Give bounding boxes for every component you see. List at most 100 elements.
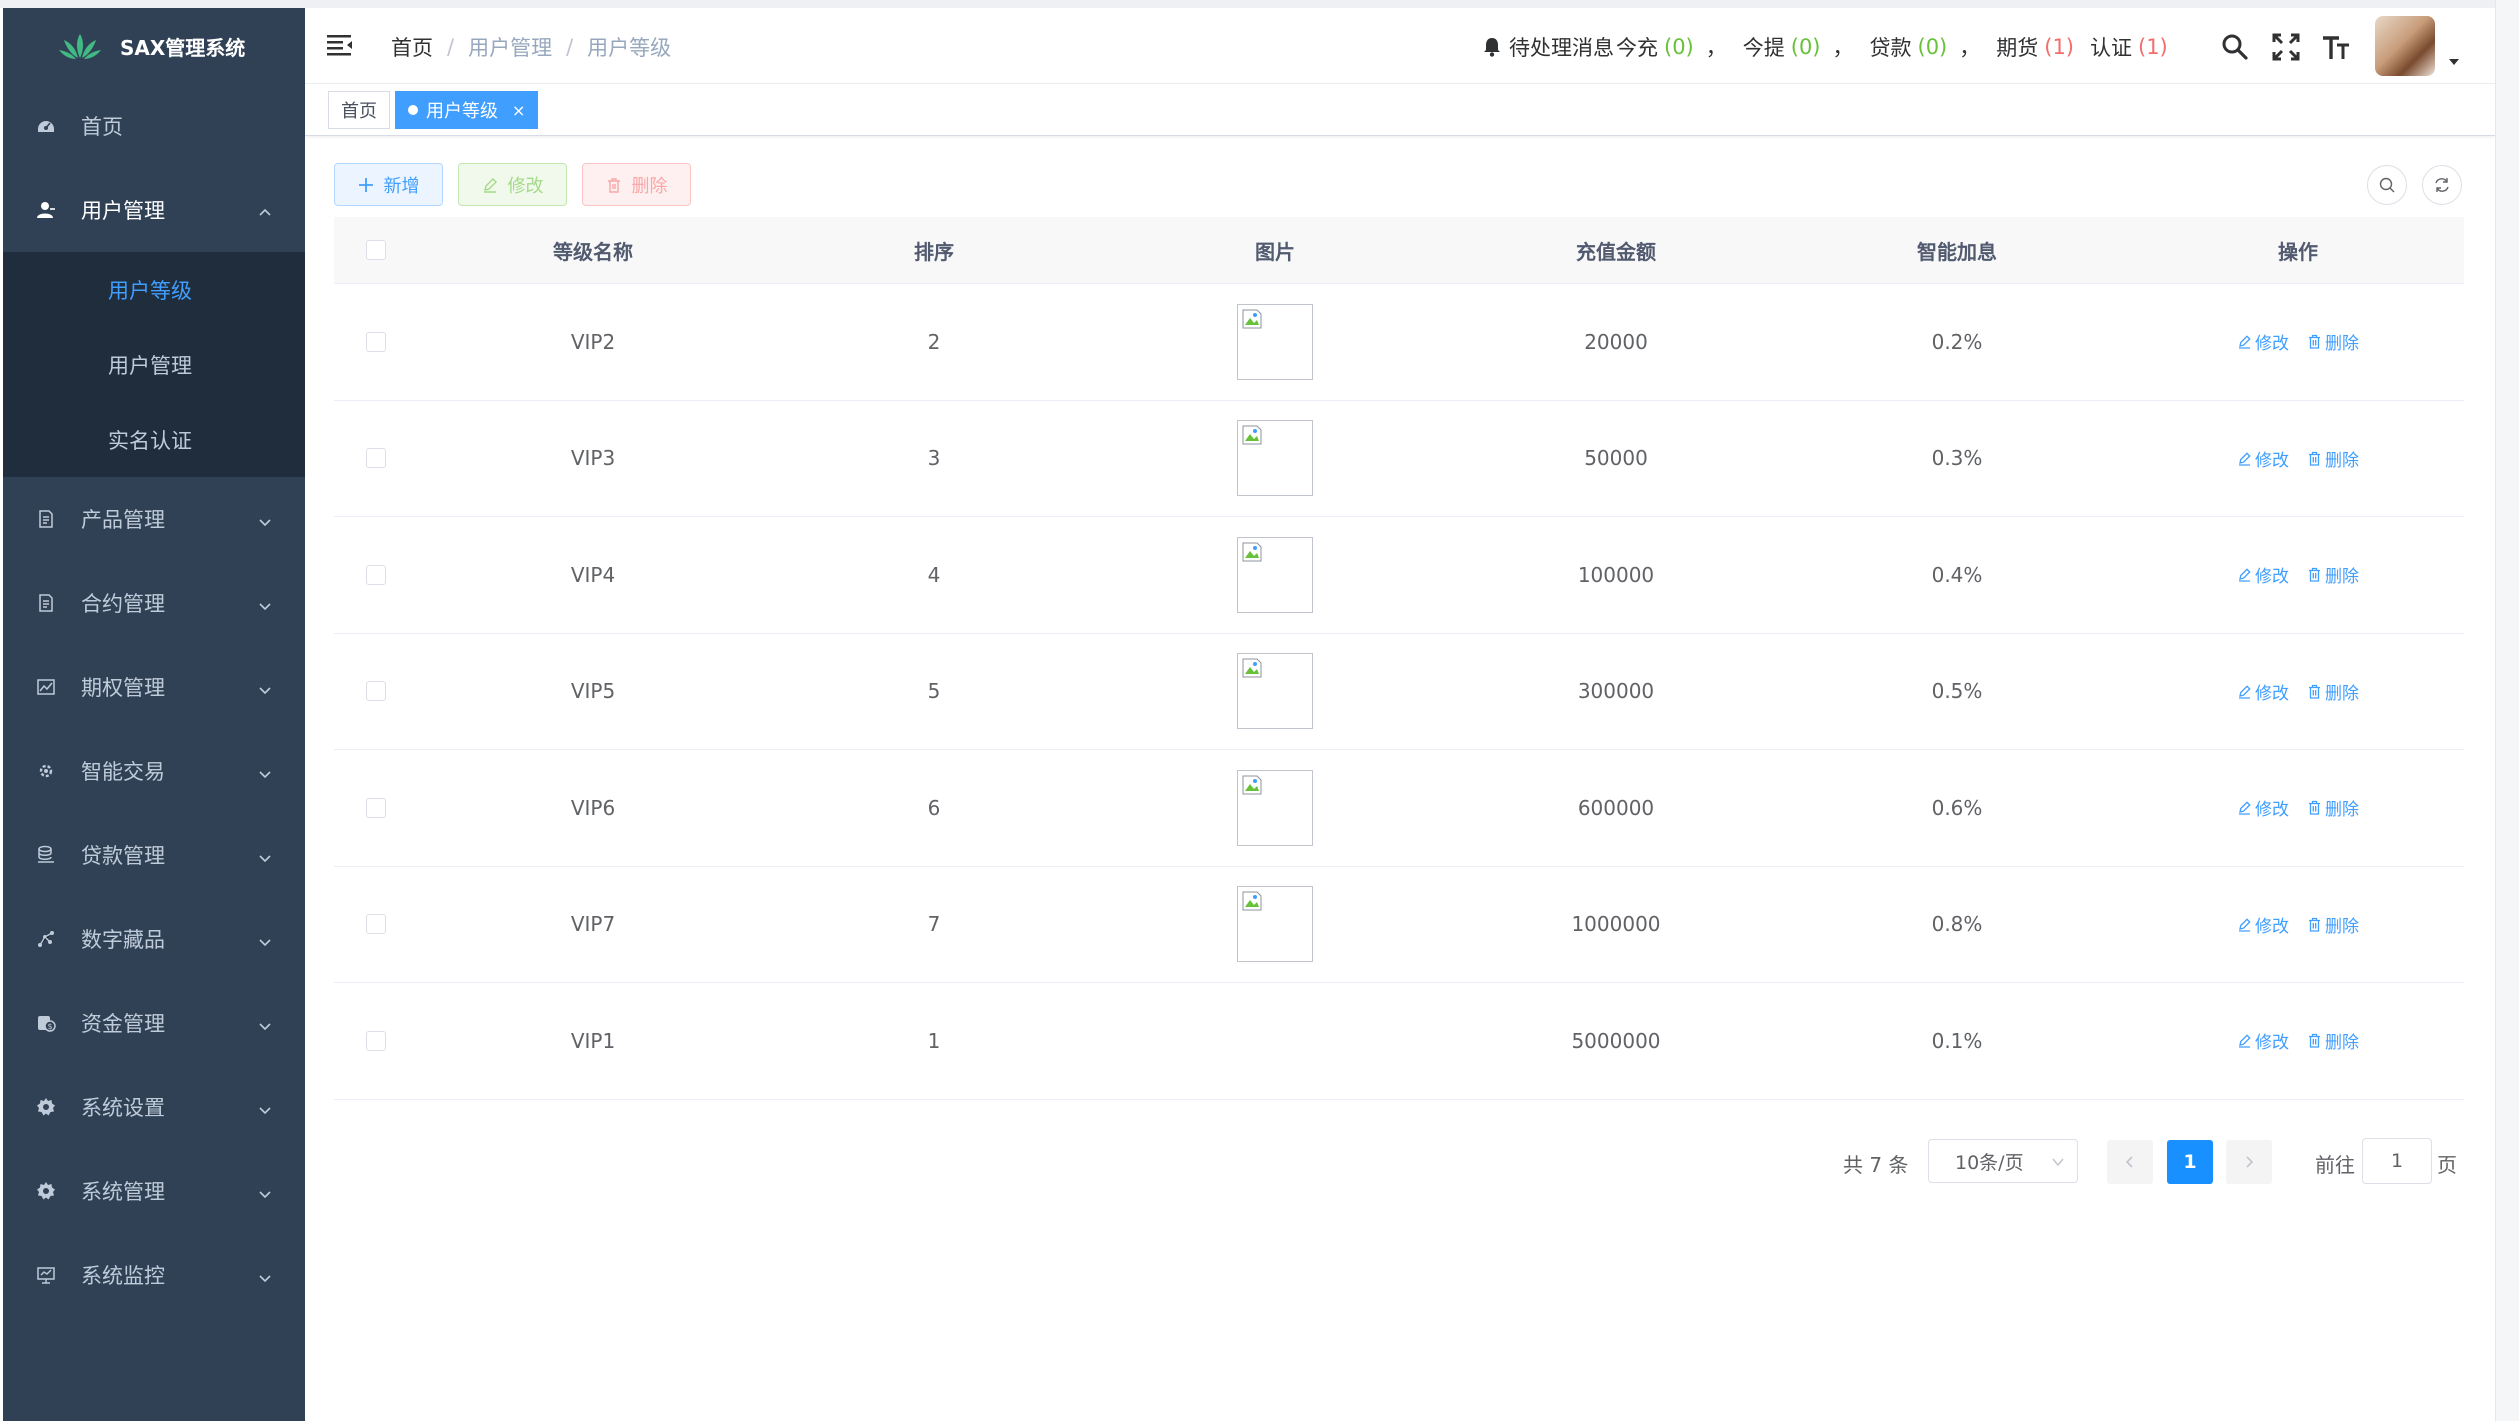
row-edit-button[interactable]: 修改 (2237, 912, 2289, 937)
row-edit-button[interactable]: 修改 (2237, 679, 2289, 704)
table-row[interactable]: VIP3 3 50000 0.3% 修改 删除 (334, 401, 2464, 517)
tag-home[interactable]: 首页 (328, 91, 390, 129)
row-delete-button[interactable]: 删除 (2307, 912, 2359, 937)
table-row[interactable]: VIP2 2 20000 0.2% 修改 删除 (334, 284, 2464, 401)
delete-button[interactable]: 删除 (582, 163, 691, 206)
sidebar-item-label: 首页 (81, 115, 123, 139)
settings-icon (35, 1096, 57, 1118)
row-edit-button[interactable]: 修改 (2237, 562, 2289, 587)
cell-sort: 5 (927, 679, 941, 704)
menu-fold-icon[interactable] (327, 34, 353, 56)
table-row[interactable]: VIP4 4 100000 0.4% 修改 删除 (334, 517, 2464, 634)
row-delete-button[interactable]: 删除 (2307, 679, 2359, 704)
sidebar-item-5[interactable]: 智能交易 (3, 729, 305, 813)
row-edit-button[interactable]: 修改 (2237, 795, 2289, 820)
prev-page-button[interactable] (2107, 1140, 2153, 1184)
notice-count-verification[interactable]: (1) (2138, 35, 2168, 59)
sidebar-item-9[interactable]: 系统设置 (3, 1065, 305, 1149)
notice-count-recharge[interactable]: (0) (1664, 35, 1694, 59)
sidebar-item-3[interactable]: 合约管理 (3, 561, 305, 645)
refresh-button[interactable] (2422, 165, 2462, 205)
search-icon[interactable] (2220, 32, 2250, 62)
document-icon (35, 592, 57, 614)
breadcrumb-home[interactable]: 首页 (391, 32, 433, 62)
goto-page-input[interactable] (2362, 1138, 2432, 1184)
row-edit-button[interactable]: 修改 (2237, 446, 2289, 471)
sidebar-item-2[interactable]: 产品管理 (3, 477, 305, 561)
cell-image (1100, 303, 1450, 380)
user-avatar[interactable] (2375, 16, 2435, 76)
cell-recharge-amount: 50000 (1584, 446, 1648, 471)
sidebar-subitem-2[interactable]: 实名认证 (3, 402, 305, 477)
row-checkbox[interactable] (366, 1030, 386, 1051)
sidebar-subitem-0[interactable]: 用户等级 (3, 252, 305, 327)
row-checkbox[interactable] (366, 564, 386, 585)
table-row[interactable]: VIP5 5 300000 0.5% 修改 删除 (334, 634, 2464, 750)
column-header-interest-boost: 智能加息 (1917, 239, 1997, 264)
sidebar-item-4[interactable]: 期权管理 (3, 645, 305, 729)
font-size-icon[interactable] (2321, 32, 2351, 62)
notice-count-loan[interactable]: (0) (1918, 35, 1948, 59)
row-delete-button[interactable]: 删除 (2307, 562, 2359, 587)
sidebar-item-7[interactable]: 数字藏品 (3, 897, 305, 981)
row-delete-button[interactable]: 删除 (2307, 1028, 2359, 1053)
row-checkbox[interactable] (366, 331, 386, 352)
cell-interest-boost: 0.1% (1931, 1028, 1983, 1053)
row-checkbox[interactable] (366, 914, 386, 935)
notice-count-withdraw[interactable]: (0) (1791, 35, 1821, 59)
sidebar-item-label: 系统管理 (81, 1180, 165, 1204)
row-edit-button[interactable]: 修改 (2237, 329, 2289, 354)
row-delete-button[interactable]: 删除 (2307, 795, 2359, 820)
sidebar-item-6[interactable]: 贷款管理 (3, 813, 305, 897)
edit-button[interactable]: 修改 (458, 163, 567, 206)
broken-image-icon (1242, 891, 1262, 911)
sidebar: SAX管理系统 首页 用户管理 用户等级 用户管理 实名认证 产品管理 合约管理 期权管理 智能… (3, 8, 305, 1421)
caret-down-icon[interactable] (2448, 58, 2460, 66)
sidebar-subitem-1[interactable]: 用户管理 (3, 327, 305, 402)
document-icon (35, 508, 57, 530)
chevron-right-icon (2246, 1156, 2254, 1168)
settings-icon (35, 1180, 57, 1202)
fullscreen-icon[interactable] (2271, 32, 2301, 62)
edit-icon (2239, 1034, 2251, 1048)
cell-actions: 修改 删除 (2132, 562, 2464, 587)
row-edit-button[interactable]: 修改 (2237, 1028, 2289, 1053)
add-button[interactable]: 新增 (334, 163, 443, 206)
sidebar-item-1[interactable]: 用户管理 (3, 168, 305, 252)
notice-label-futures: 期货 (1996, 36, 2039, 60)
app-logo[interactable]: SAX管理系统 (3, 8, 305, 84)
chevron-down-icon (257, 595, 273, 611)
cell-interest-boost: 0.3% (1931, 446, 1983, 471)
chevron-up-icon (257, 202, 273, 218)
pending-messages[interactable]: 待处理消息 今充 (0) ， 今提 (0) ， 贷款 (0) ， 期货 (1) … (1481, 32, 2174, 62)
user-icon (35, 199, 57, 221)
row-checkbox[interactable] (366, 681, 386, 702)
toggle-search-button[interactable] (2367, 165, 2407, 205)
select-all-checkbox[interactable] (366, 240, 386, 260)
page-size-select[interactable]: 10条/页 (1928, 1139, 2078, 1183)
row-delete-button[interactable]: 删除 (2307, 329, 2359, 354)
table-row[interactable]: VIP6 6 600000 0.6% 修改 删除 (334, 750, 2464, 867)
notice-count-futures[interactable]: (1) (2044, 35, 2074, 59)
tag-user-level[interactable]: 用户等级 × (395, 91, 539, 129)
close-icon[interactable]: × (512, 101, 525, 120)
app-title: SAX管理系统 (120, 35, 246, 60)
edit-icon (2239, 568, 2251, 582)
cell-actions: 修改 删除 (2132, 1028, 2464, 1053)
row-checkbox[interactable] (366, 797, 386, 818)
row-checkbox[interactable] (366, 448, 386, 469)
sidebar-item-11[interactable]: 系统监控 (3, 1233, 305, 1317)
sidebar-item-0[interactable]: 首页 (3, 84, 305, 168)
cell-recharge-amount: 300000 (1577, 679, 1655, 704)
cell-interest-boost: 0.5% (1931, 679, 1983, 704)
next-page-button[interactable] (2226, 1140, 2272, 1184)
cell-sort: 4 (927, 562, 941, 587)
sidebar-item-10[interactable]: 系统管理 (3, 1149, 305, 1233)
page-number-current[interactable]: 1 (2167, 1140, 2213, 1184)
table-row[interactable]: VIP7 7 1000000 0.8% 修改 删除 (334, 867, 2464, 983)
cell-sort: 7 (927, 912, 941, 937)
row-delete-button[interactable]: 删除 (2307, 446, 2359, 471)
cell-image (1100, 536, 1450, 613)
sidebar-item-8[interactable]: $ 资金管理 (3, 981, 305, 1065)
table-row[interactable]: VIP1 1 5000000 0.1% 修改 删除 (334, 983, 2464, 1100)
